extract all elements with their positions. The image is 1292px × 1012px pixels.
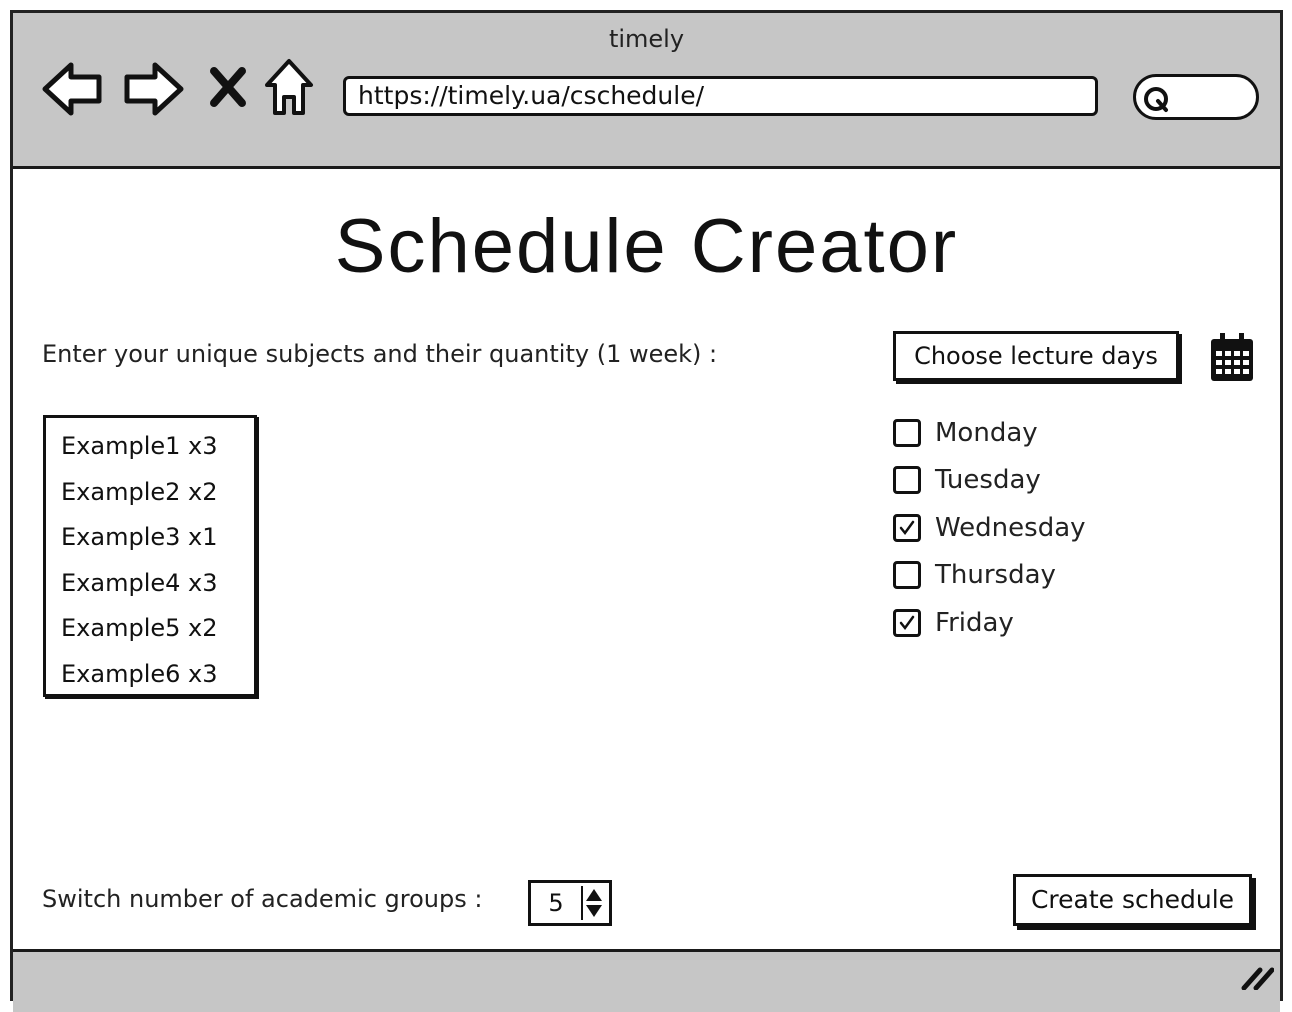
up-down-arrows-icon xyxy=(586,889,602,917)
stepper-value: 5 xyxy=(548,889,564,917)
subjects-textarea[interactable]: Example1 x3 Example2 x2 Example3 x1 Exam… xyxy=(43,415,257,697)
choose-lecture-days-button[interactable]: Choose lecture days xyxy=(893,331,1179,381)
subject-line: Example6 x3 xyxy=(61,659,218,688)
day-label: Wednesday xyxy=(935,513,1086,543)
checkmark-icon xyxy=(899,615,915,631)
subject-line: Example2 x2 xyxy=(61,477,218,506)
browser-window: timely https://timely.ua/cschedule/ Sche… xyxy=(10,10,1283,1012)
search-icon xyxy=(1144,87,1168,112)
back-button[interactable] xyxy=(41,59,105,119)
day-label: Tuesday xyxy=(935,465,1041,495)
url-bar[interactable]: https://timely.ua/cschedule/ xyxy=(343,76,1098,116)
checkbox-monday[interactable] xyxy=(893,419,921,447)
forward-button[interactable] xyxy=(121,59,185,119)
day-label: Friday xyxy=(935,608,1014,638)
day-option-tuesday[interactable]: Tuesday xyxy=(893,460,1041,500)
calendar-button[interactable] xyxy=(1208,331,1256,389)
academic-groups-stepper[interactable]: 5 xyxy=(528,880,612,926)
subject-line: Example1 x3 xyxy=(61,432,218,460)
create-schedule-button[interactable]: Create schedule xyxy=(1013,874,1252,926)
day-label: Thursday xyxy=(935,560,1056,590)
subject-line: Example3 x1 xyxy=(61,523,218,551)
close-icon xyxy=(210,67,246,107)
checkbox-friday[interactable] xyxy=(893,609,921,637)
day-option-friday[interactable]: Friday xyxy=(893,603,1014,643)
day-option-wednesday[interactable]: Wednesday xyxy=(893,508,1086,548)
checkbox-wednesday[interactable] xyxy=(893,514,921,542)
subjects-prompt: Enter your unique subjects and their qua… xyxy=(42,340,718,368)
subject-line: Example5 x2 xyxy=(61,614,218,642)
checkmark-icon xyxy=(899,520,915,536)
forward-arrow-icon xyxy=(124,62,184,116)
stop-button[interactable] xyxy=(208,65,248,109)
home-icon xyxy=(265,59,313,115)
checkbox-thursday[interactable] xyxy=(893,561,921,589)
subject-line: Example4 x3 xyxy=(61,568,218,597)
browser-toolbar: timely https://timely.ua/cschedule/ xyxy=(13,13,1280,169)
window-title: timely xyxy=(608,25,685,53)
resize-grip-icon xyxy=(1241,967,1275,991)
home-button[interactable] xyxy=(263,57,315,119)
page-title: Schedule Creator xyxy=(334,204,959,289)
calendar-icon xyxy=(1211,333,1253,381)
back-arrow-icon xyxy=(42,62,102,116)
day-label: Monday xyxy=(935,418,1038,448)
checkbox-tuesday[interactable] xyxy=(893,466,921,494)
status-bar xyxy=(13,949,1280,1012)
day-option-monday[interactable]: Monday xyxy=(893,413,1038,453)
resize-grip[interactable] xyxy=(1240,966,1275,994)
search-field[interactable] xyxy=(1133,74,1259,120)
stepper-arrows[interactable] xyxy=(581,886,605,920)
day-option-thursday[interactable]: Thursday xyxy=(893,555,1056,595)
academic-groups-label: Switch number of academic groups : xyxy=(42,885,483,913)
